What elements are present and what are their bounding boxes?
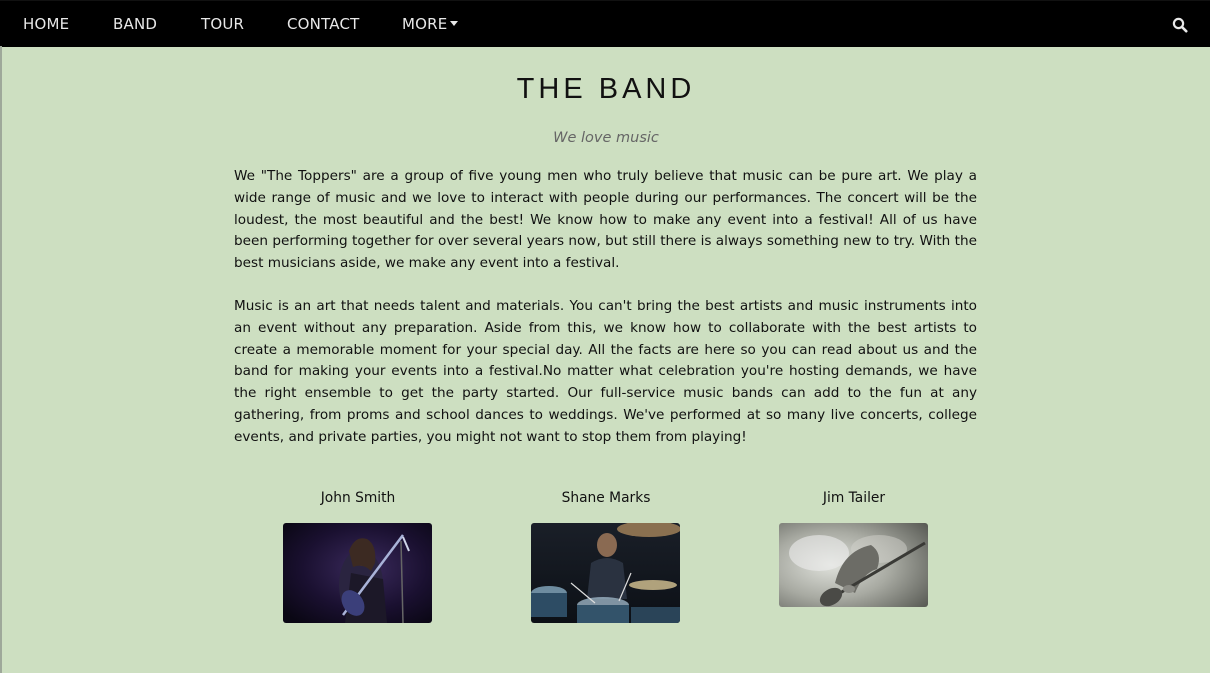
nav-contact[interactable]: CONTACT <box>287 1 360 47</box>
top-navbar: HOME BAND TOUR CONTACT MORE <box>0 0 1212 47</box>
member-photo[interactable] <box>779 523 928 607</box>
member-card: Shane Marks <box>531 488 681 623</box>
intro-paragraph: We "The Toppers" are a group of five you… <box>234 168 977 272</box>
about-paragraph: Music is an art that needs talent and ma… <box>234 298 977 445</box>
member-card: John Smith <box>283 488 433 623</box>
nav-more-label: MORE <box>402 15 448 33</box>
nav-tour[interactable]: TOUR <box>201 1 244 47</box>
member-name: Jim Tailer <box>822 490 886 506</box>
caret-down-icon <box>450 21 459 26</box>
nav-more-dropdown[interactable]: MORE <box>402 1 459 47</box>
page-subtitle: We love music <box>553 130 659 146</box>
page-title: THE BAND <box>516 73 696 105</box>
member-photo[interactable] <box>283 523 432 623</box>
nav-band[interactable]: BAND <box>113 1 157 47</box>
member-photo[interactable] <box>531 523 680 623</box>
search-icon[interactable] <box>1172 17 1188 33</box>
member-name: John Smith <box>320 490 396 506</box>
member-card: Jim Tailer <box>779 488 929 607</box>
member-name: Shane Marks <box>561 490 651 506</box>
nav-home[interactable]: HOME <box>23 1 69 47</box>
